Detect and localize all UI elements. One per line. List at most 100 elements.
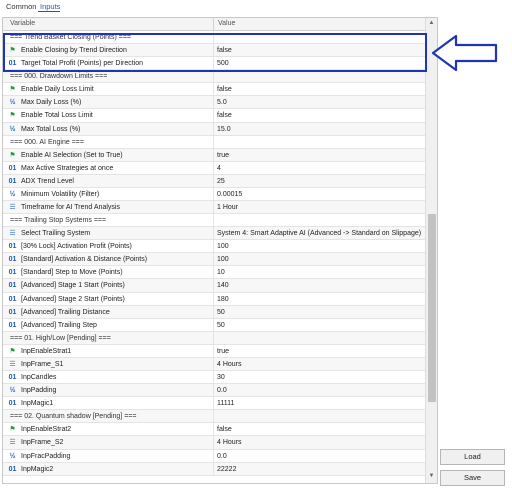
- parameter-row[interactable]: ½ Minimum Volatility (Filter) 0.00015: [3, 187, 425, 202]
- parameter-row[interactable]: 01 ADX Trend Level 25: [3, 174, 425, 188]
- parameter-row[interactable]: 01 InpCandles 30: [3, 371, 425, 385]
- parameter-row[interactable]: 01 [Standard] Activation & Distance (Poin…: [3, 253, 425, 267]
- fraction-icon: ½: [9, 387, 16, 395]
- flag-icon: ⚑: [9, 347, 16, 355]
- row-column-separator: [213, 214, 214, 227]
- row-column-separator: [213, 344, 214, 357]
- section-header-row[interactable]: === 02. Quantum shadow [Pending] ===: [3, 410, 425, 424]
- parameter-row[interactable]: ☰ InpFrame_S1 4 Hours: [3, 357, 425, 372]
- parameter-row[interactable]: 01 [Standard] Step to Move (Points) 10: [3, 266, 425, 280]
- parameter-value[interactable]: 100: [217, 243, 229, 250]
- section-label: === 01. High/Low [Pending] ===: [10, 334, 111, 342]
- parameter-row[interactable]: ☰ Timeframe for AI Trend Analysis 1 Hour: [3, 201, 425, 215]
- parameter-row[interactable]: 01 InpMagic1 11111: [3, 397, 425, 411]
- vertical-scrollbar[interactable]: ▲ ▼: [425, 18, 437, 483]
- scroll-up-arrow-icon[interactable]: ▲: [427, 20, 436, 28]
- parameter-row[interactable]: ½ Max Daily Loss (%) 5.0: [3, 96, 425, 110]
- parameter-row[interactable]: ⚑ InpEnableStrat1 true: [3, 344, 425, 358]
- row-column-separator: [213, 135, 214, 148]
- parameter-value[interactable]: 50: [217, 322, 225, 329]
- row-column-separator: [213, 70, 214, 83]
- save-button[interactable]: Save: [440, 470, 505, 486]
- parameter-value[interactable]: 140: [217, 282, 229, 289]
- section-header-row[interactable]: === 000. Drawdown Limits ===: [3, 70, 425, 84]
- parameter-value[interactable]: 15.0: [217, 126, 231, 133]
- parameter-row[interactable]: ⚑ Enable AI Selection (Set to True) true: [3, 148, 425, 162]
- section-header-row[interactable]: === Trailing Stop Systems ===: [3, 214, 425, 228]
- parameter-row[interactable]: 01 InpMagic2 22222: [3, 462, 425, 476]
- parameter-row[interactable]: 01 [Advanced] Trailing Step 50: [3, 318, 425, 332]
- row-column-separator: [213, 148, 214, 161]
- parameter-value[interactable]: 4 Hours: [217, 439, 242, 446]
- parameter-row[interactable]: ⚑ Enable Total Loss Limit false: [3, 109, 425, 123]
- parameter-row[interactable]: ☰ InpFrame_S2 4 Hours: [3, 436, 425, 450]
- active-tab-indicator: [38, 11, 60, 12]
- flag-icon: ⚑: [9, 426, 16, 434]
- parameter-value[interactable]: true: [217, 348, 229, 355]
- row-column-separator: [213, 436, 214, 449]
- parameter-value[interactable]: 5.0: [217, 99, 227, 106]
- parameter-row[interactable]: ⚑ Enable Daily Loss Limit false: [3, 83, 425, 97]
- parameter-row[interactable]: 01 Max Active Strategies at once 4: [3, 161, 425, 175]
- column-separator[interactable]: [213, 18, 214, 30]
- parameter-value[interactable]: 1 Hour: [217, 204, 238, 211]
- parameter-row[interactable]: 01 [Advanced] Stage 2 Start (Points) 180: [3, 292, 425, 306]
- parameter-name: [Standard] Step to Move (Points): [21, 269, 123, 277]
- parameter-value[interactable]: false: [217, 112, 232, 119]
- parameter-row[interactable]: ½ InpPadding 0.0: [3, 384, 425, 398]
- row-column-separator: [213, 96, 214, 109]
- row-column-separator: [213, 318, 214, 331]
- parameter-name: [Advanced] Trailing Step: [21, 321, 97, 329]
- parameter-name: Enable Total Loss Limit: [21, 112, 93, 120]
- parameter-value[interactable]: 50: [217, 309, 225, 316]
- parameter-name: Minimum Volatility (Filter): [21, 190, 100, 198]
- parameter-value[interactable]: 0.0: [217, 453, 227, 460]
- column-header-variable[interactable]: Variable: [10, 20, 35, 27]
- section-header-row[interactable]: === 01. High/Low [Pending] ===: [3, 331, 425, 345]
- parameter-value[interactable]: 180: [217, 296, 229, 303]
- parameter-row[interactable]: ½ InpFracPadding 0.0: [3, 449, 425, 463]
- scroll-down-arrow-icon[interactable]: ▼: [427, 473, 436, 481]
- row-column-separator: [213, 397, 214, 410]
- parameter-name: InpMagic1: [21, 400, 54, 408]
- parameter-value[interactable]: 25: [217, 178, 225, 185]
- row-column-separator: [213, 331, 214, 344]
- int-icon: 01: [8, 400, 17, 408]
- row-column-separator: [213, 423, 214, 436]
- parameter-name: InpMagic2: [21, 465, 54, 473]
- load-button[interactable]: Load: [440, 449, 505, 465]
- parameter-value[interactable]: 4 Hours: [217, 361, 242, 368]
- parameter-row[interactable]: 01 [Advanced] Trailing Distance 50: [3, 305, 425, 319]
- section-header-row[interactable]: === 000. AI Engine ===: [3, 135, 425, 149]
- parameter-value[interactable]: 10: [217, 269, 225, 276]
- parameter-value[interactable]: System 4: Smart Adaptive AI (Advanced ->…: [217, 230, 421, 237]
- parameter-value[interactable]: 100: [217, 256, 229, 263]
- parameter-value[interactable]: false: [217, 86, 232, 93]
- parameter-value[interactable]: 30: [217, 374, 225, 381]
- scrollbar-thumb[interactable]: [428, 214, 436, 402]
- section-label: === 000. Drawdown Limits ===: [10, 73, 108, 81]
- parameter-value[interactable]: 22222: [217, 466, 236, 473]
- parameter-row[interactable]: 01 [30% Lock] Activation Profit (Points) 1…: [3, 240, 425, 254]
- parameter-value[interactable]: false: [217, 426, 232, 433]
- parameter-row[interactable]: 01 [Advanced] Stage 1 Start (Points) 140: [3, 279, 425, 293]
- parameter-value[interactable]: true: [217, 152, 229, 159]
- row-column-separator: [213, 122, 214, 135]
- row-column-separator: [213, 305, 214, 318]
- column-header-value[interactable]: Value: [218, 20, 235, 27]
- parameter-row[interactable]: ½ Max Total Loss (%) 15.0: [3, 122, 425, 136]
- parameter-value[interactable]: 0.0: [217, 387, 227, 394]
- int-icon: 01: [8, 177, 17, 185]
- parameter-value[interactable]: 4: [217, 165, 221, 172]
- tab-common[interactable]: Common: [6, 2, 36, 11]
- parameter-name: InpFrame_S1: [21, 360, 64, 368]
- section-label: === 02. Quantum shadow [Pending] ===: [10, 413, 137, 421]
- int-icon: 01: [8, 374, 17, 382]
- tab-inputs[interactable]: Inputs: [40, 2, 60, 11]
- row-column-separator: [213, 357, 214, 371]
- parameter-value[interactable]: 0.00015: [217, 191, 242, 198]
- parameter-row[interactable]: ☰ Select Trailing System System 4: Smart A…: [3, 227, 425, 241]
- parameter-name: InpEnableStrat2: [21, 426, 72, 434]
- parameter-value[interactable]: 11111: [217, 400, 234, 407]
- parameter-row[interactable]: ⚑ InpEnableStrat2 false: [3, 423, 425, 437]
